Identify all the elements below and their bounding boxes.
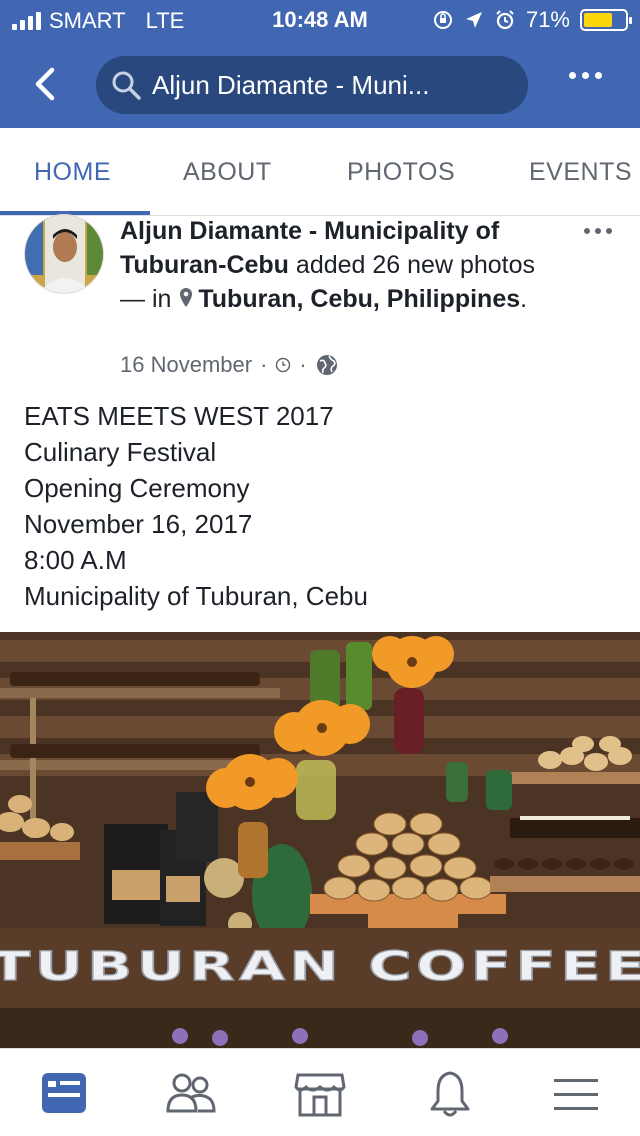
- meta-separator-2: ·: [299, 352, 307, 377]
- menu-icon[interactable]: [548, 1067, 604, 1121]
- tab-events[interactable]: EVENTS: [529, 158, 632, 187]
- post-location-suffix: .: [520, 285, 528, 313]
- tab-about[interactable]: ABOUT: [183, 158, 272, 187]
- clock-icon: [276, 357, 291, 373]
- tab-photos[interactable]: PHOTOS: [347, 158, 455, 187]
- more-options-icon[interactable]: [569, 72, 602, 79]
- news-feed-icon[interactable]: [36, 1067, 92, 1121]
- marketplace-icon[interactable]: [292, 1067, 348, 1121]
- post-meta: 16 November · ·: [120, 352, 339, 378]
- notifications-icon[interactable]: [422, 1067, 478, 1121]
- photo-sign-text: TUBURAN COFFEE: [0, 944, 640, 990]
- avatar[interactable]: [24, 214, 104, 294]
- search-icon: [112, 71, 141, 100]
- post-line: EATS MEETS WEST 2017: [24, 401, 334, 431]
- page-tabs: HOME ABOUT PHOTOS EVENTS: [0, 128, 640, 216]
- map-pin-icon: [180, 288, 193, 307]
- tab-home[interactable]: HOME: [34, 158, 111, 187]
- friends-icon[interactable]: [162, 1067, 218, 1121]
- search-text: Aljun Diamante - Muni...: [152, 69, 430, 100]
- post-line: November 16, 2017: [24, 509, 253, 539]
- meta-separator: ·: [260, 352, 268, 377]
- post-header: Aljun Diamante - Municipality of Tuburan…: [120, 214, 560, 316]
- battery-percent: 71%: [525, 7, 570, 32]
- post-options-icon[interactable]: [584, 228, 612, 234]
- app-header: SMART LTE 10:48 AM 71% Aljun Diamante - …: [0, 0, 640, 128]
- post-line: Municipality of Tuburan, Cebu: [24, 581, 368, 611]
- alarm-icon: [496, 10, 514, 30]
- post-date[interactable]: 16 November: [120, 352, 252, 378]
- globe-icon: [316, 355, 337, 375]
- post-line: 8:00 A.M: [24, 545, 127, 575]
- search-bar[interactable]: Aljun Diamante - Muni...: [96, 56, 528, 114]
- post-line: Culinary Festival: [24, 437, 217, 467]
- orientation-lock-icon: [433, 11, 452, 29]
- post-photo[interactable]: TUBURAN COFFEE: [0, 632, 640, 1050]
- location-arrow-icon: [465, 12, 482, 28]
- bottom-nav: [0, 1048, 640, 1136]
- battery-icon: [580, 9, 632, 31]
- post-location[interactable]: Tuburan, Cebu, Philippines: [198, 285, 520, 313]
- back-chevron-icon[interactable]: [30, 64, 60, 104]
- status-bar: SMART LTE 10:48 AM 71%: [0, 0, 640, 40]
- post-body: EATS MEETS WEST 2017 Culinary Festival O…: [24, 398, 368, 614]
- post-line: Opening Ceremony: [24, 473, 250, 503]
